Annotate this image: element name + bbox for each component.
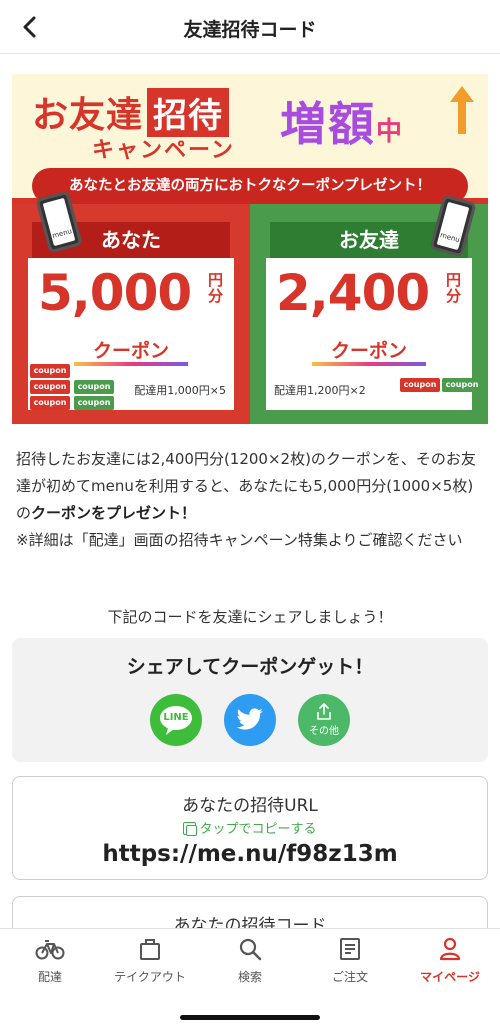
campaign-ribbon: あなたとお友達の両方におトクなクーポンプレゼント！ (32, 168, 468, 204)
phone-logo: menu (439, 231, 461, 245)
reward-amount-friend: 2,400 (276, 264, 430, 322)
tab-delivery[interactable]: 配達 (0, 929, 100, 991)
share-other-label: その他 (309, 726, 339, 737)
coupon-tickets-you-2: coupon coupon (74, 380, 114, 410)
increase-main: 増額 (280, 97, 376, 151)
description-bold: クーポンをプレゼント！ (31, 504, 197, 522)
tab-label: 検索 (237, 970, 262, 984)
phone-logo: menu (51, 227, 73, 241)
twitter-bird-icon (236, 708, 263, 730)
tab-label: テイクアウト (114, 970, 186, 984)
coupon-label-friend: クーポン (330, 340, 407, 362)
reward-panel-you: あなた 5,000 円分 クーポン 配達用1,000円×5 coupon cou… (12, 190, 250, 424)
reward-breakdown-you: 配達用1,000円×5 (134, 384, 226, 397)
up-arrow-icon (450, 86, 474, 134)
line-label: LINE (163, 712, 189, 723)
phone-illustration: menu (429, 194, 477, 258)
coupon-ticket-icon: coupon (74, 380, 114, 394)
coupon-underline (74, 362, 188, 366)
tab-label: マイページ (420, 970, 480, 984)
tab-label: ご注文 (331, 970, 368, 984)
coupon-label-you: クーポン (92, 340, 169, 362)
campaign-title-badge: 招待 (147, 88, 230, 137)
invite-url-value[interactable]: https://me.nu/f98z13m (13, 841, 487, 867)
reward-amount-you: 5,000 (38, 264, 192, 322)
copy-hint-label: タップでコピーする (199, 822, 317, 837)
share-prompt: 下記のコードを友達にシェアしましょう！ (107, 608, 393, 626)
coupon-ticket-icon: coupon (400, 378, 440, 392)
coupon-ticket-icon: coupon (442, 378, 482, 392)
campaign-description: 招待したお友達には2,400円分(1200×2枚)のクーポンを、そのお友達が初め… (16, 446, 484, 554)
tab-orders[interactable]: ご注文 (300, 929, 400, 991)
share-twitter-button[interactable] (224, 694, 276, 746)
tab-takeout[interactable]: テイクアウト (100, 929, 200, 991)
share-section: シェアしてクーポンゲット！ LINE その他 (12, 638, 488, 762)
coupon-tickets-friend: coupon coupon (400, 378, 482, 392)
bag-icon (140, 939, 160, 960)
invite-url-title: あなたの招待URL (182, 796, 318, 816)
campaign-title-main: お友達 (32, 95, 144, 136)
coupon-ticket-icon: coupon (30, 364, 70, 378)
person-icon (439, 937, 461, 961)
share-upload-icon (317, 703, 331, 720)
description-note: ※詳細は「配達」画面の招待キャンペーン特集よりご確認ください (16, 531, 463, 549)
coupon-ticket-icon: coupon (30, 396, 70, 410)
bicycle-icon (35, 940, 65, 960)
bottom-tab-bar: 配達 テイクアウト 検索 ご注文 マイページ (0, 928, 500, 1024)
tab-label: 配達 (37, 970, 62, 984)
tab-search[interactable]: 検索 (200, 929, 300, 991)
search-icon (239, 938, 262, 961)
coupon-underline (312, 362, 426, 366)
campaign-title: お友達 招待 (32, 86, 230, 138)
campaign-banner[interactable]: お友達 招待 キャンペーン 増額中 あなたとお友達の両方におトクなクーポンプレゼン… (12, 74, 488, 424)
home-indicator (180, 1015, 320, 1020)
coupon-tickets-you: coupon coupon coupon (30, 364, 70, 410)
invite-url-card[interactable]: あなたの招待URL タップでコピーする https://me.nu/f98z13… (12, 776, 488, 880)
copy-icon (183, 822, 198, 836)
receipt-icon (340, 938, 360, 960)
coupon-ticket-icon: coupon (30, 380, 70, 394)
reward-unit-you: 円分 (208, 271, 224, 305)
increase-small: 中 (376, 117, 405, 147)
coupon-ticket-icon: coupon (74, 396, 114, 410)
reward-unit-friend: 円分 (446, 271, 462, 305)
increase-label: 増額中 (280, 88, 404, 154)
reward-panel-friend: お友達 2,400 円分 クーポン 配達用1,200円×2 coupon cou… (250, 194, 488, 424)
share-title: シェアしてクーポンゲット！ (126, 656, 374, 678)
copy-hint[interactable]: タップでコピーする (13, 818, 487, 837)
share-other-button[interactable]: その他 (298, 694, 350, 746)
campaign-subtitle: キャンペーン (92, 138, 235, 163)
page-title: 友達招待コード (183, 19, 317, 41)
tab-mypage[interactable]: マイページ (400, 929, 500, 991)
app-header: 友達招待コード (0, 0, 500, 54)
reward-breakdown-friend: 配達用1,200円×2 (274, 384, 366, 397)
share-line-button[interactable]: LINE (150, 694, 202, 746)
